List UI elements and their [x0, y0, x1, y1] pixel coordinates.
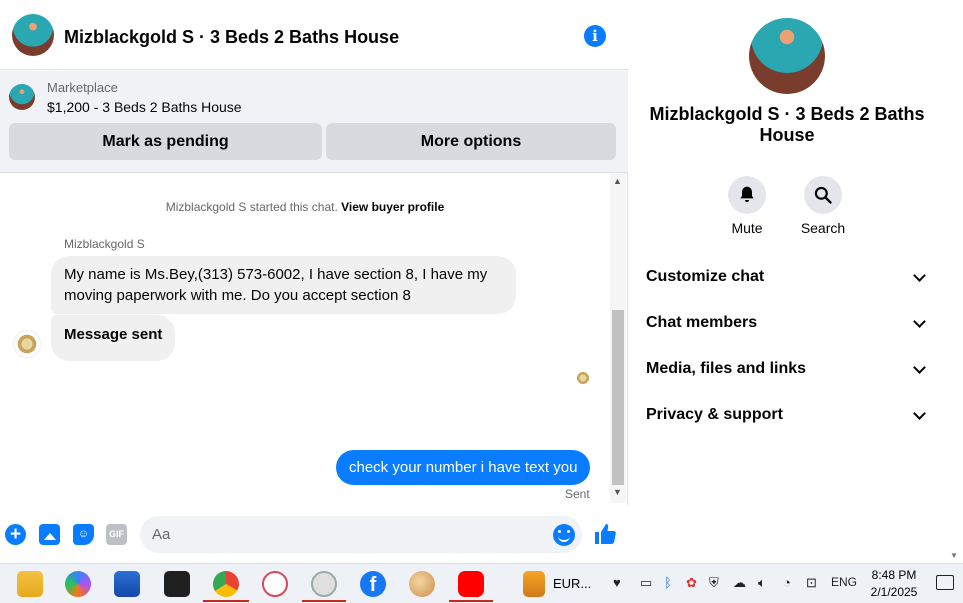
search-label: Search	[800, 220, 846, 236]
chevron-down-icon[interactable]	[910, 262, 930, 292]
more-options-button[interactable]: More options	[326, 123, 616, 160]
sticker-icon[interactable]: ☺	[73, 524, 94, 545]
notification-icon[interactable]	[936, 575, 954, 590]
listing-avatar[interactable]	[12, 14, 54, 56]
app-tray-icon[interactable]: ✿	[686, 575, 697, 591]
message-scrollbar[interactable]: ▲ ▼	[610, 173, 626, 503]
chat-title[interactable]: Mizblackgold S · 3 Beds 2 Baths House	[64, 27, 399, 48]
chevron-down-icon[interactable]	[910, 354, 930, 384]
chat-header: Mizblackgold S · 3 Beds 2 Baths House i	[0, 0, 628, 70]
mute-label: Mute	[731, 220, 763, 236]
message-input[interactable]	[140, 516, 582, 553]
scroll-up-arrow-icon[interactable]: ▲	[613, 176, 622, 186]
facebook-icon[interactable]: f	[360, 571, 386, 597]
page-scrollbar[interactable]: ▼	[945, 0, 963, 563]
youtube-icon[interactable]	[458, 571, 484, 597]
language-indicator[interactable]: ENG	[831, 575, 857, 589]
chevron-down-icon[interactable]	[910, 308, 930, 338]
clock[interactable]: 8:48 PM 2/1/2025	[860, 567, 928, 601]
currency-app-label[interactable]: EUR...	[553, 576, 591, 591]
chat-pane: Mizblackgold S · 3 Beds 2 Baths House i …	[0, 0, 628, 563]
info-icon[interactable]: i	[584, 25, 606, 47]
chevron-down-icon[interactable]	[910, 400, 930, 430]
copilot-icon[interactable]	[65, 571, 91, 597]
sender-name: Mizblackgold S	[64, 237, 145, 251]
cloud-off-icon[interactable]: ☁	[733, 575, 746, 591]
meet-now-icon[interactable]: ⊡	[806, 575, 817, 591]
listing-thumbnail[interactable]	[9, 84, 35, 110]
customize-chat-row[interactable]: Customize chat	[646, 262, 930, 292]
privacy-support-label: Privacy & support	[646, 406, 783, 423]
search-button[interactable]: Search	[793, 176, 853, 236]
sent-status: Sent	[565, 487, 590, 501]
photo-editor-icon[interactable]	[262, 571, 288, 597]
media-files-links-label: Media, files and links	[646, 360, 807, 377]
messenger-window: Mizblackgold S · 3 Beds 2 Baths House i …	[0, 0, 963, 563]
chat-members-row[interactable]: Chat members	[646, 308, 930, 338]
scrollbar-thumb[interactable]	[612, 310, 624, 485]
view-buyer-profile-link[interactable]: View buyer profile	[341, 200, 444, 214]
details-avatar[interactable]	[749, 18, 825, 94]
battery-icon[interactable]: ▭	[640, 575, 652, 591]
listing-price-title[interactable]: $1,200 - 3 Beds 2 Baths House	[47, 99, 242, 115]
details-pane: Mizblackgold S · 3 Beds 2 Baths House Mu…	[629, 0, 945, 563]
active-app-indicator	[302, 600, 346, 602]
chat-members-label: Chat members	[646, 314, 758, 331]
wifi-icon[interactable]: ◔	[783, 575, 791, 590]
plus-icon[interactable]: +	[5, 524, 26, 545]
chat-started-notice: Mizblackgold S started this chat. View b…	[0, 200, 610, 214]
incoming-message[interactable]: Message sent	[51, 315, 176, 361]
chrome-icon[interactable]	[213, 571, 239, 597]
bluetooth-icon[interactable]: ᛒ	[664, 575, 672, 590]
photo-icon[interactable]	[39, 524, 60, 545]
incoming-message[interactable]: My name is Ms.Bey,(313) 573-6002, I have…	[51, 256, 516, 314]
tray-location-icon[interactable]: ♥	[613, 575, 621, 590]
currency-app-icon[interactable]	[523, 571, 545, 597]
mute-button[interactable]: Mute	[717, 176, 777, 236]
mark-as-pending-button[interactable]: Mark as pending	[9, 123, 322, 160]
file-explorer-icon[interactable]	[17, 571, 43, 597]
marketplace-bar: Marketplace $1,200 - 3 Beds 2 Baths Hous…	[0, 71, 628, 173]
active-app-indicator	[203, 600, 249, 602]
volume-icon[interactable]: 🔈︎	[758, 575, 766, 591]
media-files-links-row[interactable]: Media, files and links	[646, 354, 930, 384]
security-shield-icon[interactable]: ⛨	[709, 575, 719, 591]
read-receipt-avatar	[576, 371, 590, 385]
search-icon[interactable]	[804, 176, 842, 214]
clock-date: 2/1/2025	[870, 585, 918, 599]
paint-icon[interactable]	[409, 571, 435, 597]
thumbs-up-icon[interactable]	[593, 522, 617, 546]
scroll-down-arrow-icon[interactable]: ▼	[613, 487, 622, 497]
chat-started-text: Mizblackgold S started this chat.	[165, 200, 338, 214]
chrome-profile-icon[interactable]	[311, 571, 337, 597]
bell-icon[interactable]	[728, 176, 766, 214]
marketplace-label: Marketplace	[47, 80, 118, 95]
customize-chat-label: Customize chat	[646, 268, 765, 285]
active-app-indicator	[449, 600, 493, 602]
clock-time: 8:48 PM	[871, 568, 917, 582]
details-title: Mizblackgold S · 3 Beds 2 Baths House	[649, 104, 925, 145]
composer: + ☺ GIF	[0, 505, 628, 563]
sticky-notes-icon[interactable]	[164, 571, 190, 597]
taskbar: f EUR... ♥ ▭ ᛒ ✿ ⛨ ☁ 🔈︎ ◔ ⊡ ENG 8:48 PM …	[0, 563, 963, 603]
emoji-icon[interactable]	[553, 524, 575, 546]
message-list: Mizblackgold S started this chat. View b…	[0, 173, 610, 503]
scroll-down-arrow-icon[interactable]: ▼	[950, 551, 958, 560]
microsoft-store-icon[interactable]	[114, 571, 140, 597]
privacy-support-row[interactable]: Privacy & support	[646, 400, 930, 430]
outgoing-message[interactable]: check your number i have text you	[336, 450, 591, 485]
sender-avatar[interactable]	[13, 330, 41, 358]
gif-icon[interactable]: GIF	[106, 524, 127, 545]
